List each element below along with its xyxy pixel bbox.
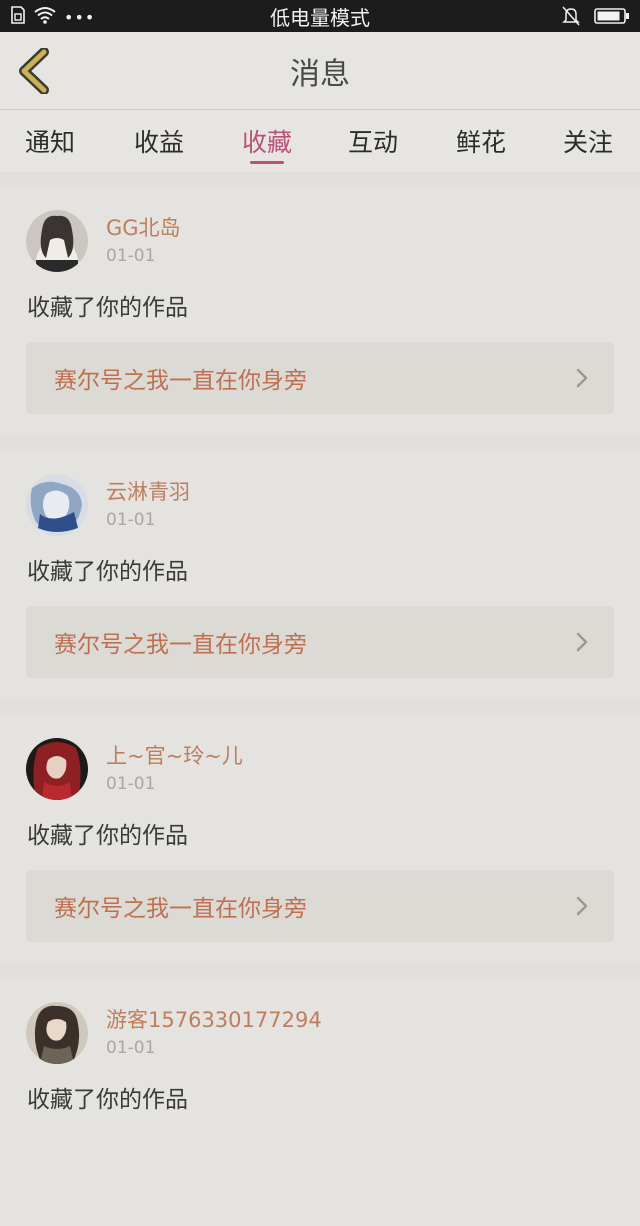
status-title: 低电量模式 — [270, 5, 370, 30]
date: 01-01 — [106, 774, 156, 794]
work-title: 赛尔号之我一直在你身旁 — [54, 896, 307, 922]
status-left-icons: ••• — [10, 6, 95, 28]
tab-flowers[interactable]: 鲜花 — [431, 110, 531, 172]
status-bar: ••• 低电量模式 — [0, 0, 640, 32]
action-text: 收藏了你的作品 — [27, 823, 188, 849]
date: 01-01 — [106, 1038, 156, 1058]
tab-interactions[interactable]: 互动 — [323, 110, 423, 172]
sim-card-icon — [10, 6, 26, 28]
username[interactable]: 上~官~玲~儿 — [106, 740, 243, 770]
work-link[interactable]: 赛尔号之我一直在你身旁 — [26, 606, 614, 678]
nav-bar: 消息 — [0, 32, 640, 110]
back-button[interactable] — [14, 47, 54, 95]
tab-notifications[interactable]: 通知 — [0, 110, 100, 172]
chevron-right-icon — [576, 896, 588, 916]
tab-bar: 通知 收益 收藏 互动 鲜花 关注 — [0, 110, 640, 172]
notification-item: GG北岛 01-01 收藏了你的作品 赛尔号之我一直在你身旁 — [0, 188, 640, 434]
chevron-left-icon — [19, 47, 49, 95]
avatar[interactable] — [26, 474, 88, 536]
action-text: 收藏了你的作品 — [27, 1087, 188, 1113]
page-title: 消息 — [290, 57, 350, 92]
active-tab-indicator — [250, 161, 284, 164]
work-title: 赛尔号之我一直在你身旁 — [54, 368, 307, 394]
status-right-icons — [562, 6, 630, 30]
wifi-icon — [34, 6, 56, 28]
date: 01-01 — [106, 510, 156, 530]
avatar[interactable] — [26, 738, 88, 800]
chevron-right-icon — [576, 368, 588, 388]
notification-item: 上~官~玲~儿 01-01 收藏了你的作品 赛尔号之我一直在你身旁 — [0, 716, 640, 962]
work-link[interactable]: 赛尔号之我一直在你身旁 — [26, 342, 614, 414]
username[interactable]: GG北岛 — [106, 212, 181, 242]
avatar[interactable] — [26, 1002, 88, 1064]
work-link[interactable]: 赛尔号之我一直在你身旁 — [26, 870, 614, 942]
bell-muted-icon — [562, 6, 580, 30]
tab-following[interactable]: 关注 — [538, 110, 638, 172]
action-text: 收藏了你的作品 — [27, 559, 188, 585]
work-title: 赛尔号之我一直在你身旁 — [54, 632, 307, 658]
notification-item: 云淋青羽 01-01 收藏了你的作品 赛尔号之我一直在你身旁 — [0, 452, 640, 698]
chevron-right-icon — [576, 632, 588, 652]
username[interactable]: 云淋青羽 — [106, 476, 190, 506]
date: 01-01 — [106, 246, 156, 266]
battery-icon — [594, 7, 630, 29]
action-text: 收藏了你的作品 — [27, 295, 188, 321]
tab-earnings[interactable]: 收益 — [109, 110, 209, 172]
avatar[interactable] — [26, 210, 88, 272]
username[interactable]: 游客1576330177294 — [106, 1004, 322, 1034]
more-dots-icon: ••• — [64, 7, 96, 27]
notification-item: 游客1576330177294 01-01 收藏了你的作品 — [0, 980, 640, 1226]
